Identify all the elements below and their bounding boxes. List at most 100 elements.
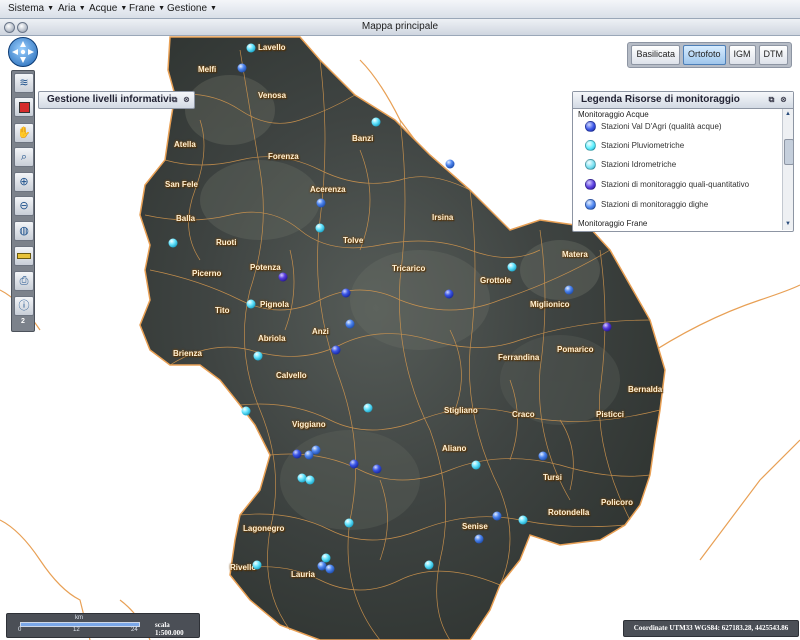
place-label: Ferrandina <box>498 353 540 362</box>
place-label: Banzi <box>352 134 374 143</box>
scale-bar: km 0 12 24 scala 1:500.000 <box>6 613 200 638</box>
legend-section-landslide: Monitoraggio Frane <box>578 219 648 228</box>
basemap-dtm-button[interactable]: DTM <box>758 45 788 65</box>
menu-bar: Sistema ▼ Aria ▼ Acque ▼ Frane ▼ Gestione ▼ <box>0 0 800 19</box>
legend-scrollbar[interactable]: ▲ ▼ <box>782 109 794 230</box>
place-label: Anzi <box>312 327 329 336</box>
coordinates-readout: Coordinate UTM33 WGS84: 627183.28, 44255… <box>623 620 799 637</box>
place-label: Miglionico <box>530 300 570 309</box>
place-label: Policoro <box>601 498 634 507</box>
legend-list: Monitoraggio Acque Stazioni Val D'Agri (… <box>573 109 782 230</box>
place-label: Tricarico <box>392 264 426 273</box>
legend-panel: Legenda Risorse di monitoraggio ⧉ ⊗ Moni… <box>572 91 794 232</box>
basemap-igm-button[interactable]: IGM <box>728 45 756 65</box>
menu-frane-label: Frane <box>129 3 156 14</box>
pin-icon[interactable]: ⧉ <box>767 95 776 104</box>
place-label: Acerenza <box>310 185 346 194</box>
place-label: Rotondella <box>548 508 590 517</box>
legend-item[interactable]: Stazioni Val D'Agri (qualità acque) <box>585 119 722 133</box>
chevron-down-icon: ▼ <box>210 5 217 12</box>
scale-ratio: scala 1:500.000 <box>155 621 184 637</box>
chevron-down-icon: ▼ <box>78 5 86 12</box>
place-label: Senise <box>462 522 488 531</box>
station-light-cyan-icon <box>585 158 596 170</box>
print-icon[interactable]: ⎙ <box>14 271 34 291</box>
place-label: Aliano <box>442 444 467 453</box>
basemap-ortofoto-button[interactable]: Ortofoto <box>682 45 726 65</box>
menu-sistema[interactable]: Sistema ▼ <box>8 3 54 14</box>
scroll-down-icon[interactable]: ▼ <box>784 220 792 228</box>
place-label: Brienza <box>173 349 202 358</box>
menu-aria[interactable]: Aria ▼ <box>58 3 86 14</box>
pin-icon[interactable]: ⧉ <box>170 95 179 104</box>
menu-sistema-label: Sistema <box>8 3 45 14</box>
toolbar-badge: 2 <box>21 318 25 325</box>
close-icon[interactable]: ⊗ <box>779 95 788 104</box>
zoom-in-icon[interactable]: ⊕ <box>14 172 34 192</box>
place-label: Balla <box>176 214 196 223</box>
legend-item[interactable]: Stazioni di monitoraggio dighe <box>585 197 708 211</box>
layers-panel-header[interactable]: Gestione livelli informativi ⧉ ⊗ <box>38 91 195 109</box>
menu-acque-label: Acque <box>89 3 118 14</box>
compass-arrows-icon <box>12 41 34 63</box>
place-label: Abriola <box>258 334 286 343</box>
place-label: Lagonegro <box>243 524 285 533</box>
legend-item[interactable]: Stazioni di monitoraggio quali-quantitat… <box>585 177 749 191</box>
legend-panel-header[interactable]: Legenda Risorse di monitoraggio ⧉ ⊗ <box>573 92 793 109</box>
menu-gestione[interactable]: Gestione ▼ <box>167 3 217 14</box>
place-label: Tito <box>215 306 230 315</box>
scale-unit: km <box>75 615 83 621</box>
scale-bar-graphic <box>20 622 140 627</box>
station-violet-icon <box>585 178 596 190</box>
basemap-basilicata-button[interactable]: Basilicata <box>631 45 680 65</box>
scroll-thumb[interactable] <box>784 139 794 165</box>
chevron-down-icon: ▼ <box>158 5 166 12</box>
place-label: Pisticci <box>596 410 625 419</box>
place-label: Potenza <box>250 263 281 272</box>
window-title: Mappa principale <box>361 21 439 32</box>
menu-acque[interactable]: Acque ▼ <box>89 3 127 14</box>
place-label: Forenza <box>268 152 299 161</box>
place-label: Venosa <box>258 91 287 100</box>
zoom-out-icon[interactable]: ⊖ <box>14 196 34 216</box>
place-label: Lauria <box>291 570 316 579</box>
station-dark-blue-icon <box>585 120 596 132</box>
place-label: Lavello <box>258 43 286 52</box>
zoom-box-icon[interactable]: ⌕ <box>14 147 34 167</box>
info-icon[interactable]: ⓘ <box>14 296 34 316</box>
pan-compass-icon[interactable] <box>8 37 38 67</box>
place-label: Stigliano <box>444 406 478 415</box>
legend-section-water: Monitoraggio Acque <box>578 110 649 119</box>
place-label: Ruoti <box>216 238 237 247</box>
place-label: Tursi <box>543 473 562 482</box>
legend-icon[interactable] <box>14 97 34 117</box>
place-label: Matera <box>562 250 588 259</box>
layers-icon[interactable]: ≋ <box>14 73 34 93</box>
place-label: Irsina <box>432 213 454 222</box>
legend-item[interactable]: Stazioni Pluviometriche <box>585 138 684 152</box>
station-mid-blue-icon <box>585 198 596 210</box>
map-toolbar: ≋ ✋ ⌕ ⊕ ⊖ ◍ ⎙ ⓘ 2 <box>11 70 35 332</box>
close-icon[interactable]: ⊗ <box>182 95 191 104</box>
ruler-icon[interactable] <box>14 246 34 266</box>
legend-item[interactable]: Stazioni Idrometriche <box>585 157 676 171</box>
menu-frane[interactable]: Frane ▼ <box>129 3 165 14</box>
place-label: Melfi <box>198 65 217 74</box>
legend-item-label: Stazioni di monitoraggio quali-quantitat… <box>601 179 750 189</box>
place-label: Bernalda <box>628 385 663 394</box>
place-label: Craco <box>512 410 535 419</box>
scale-tick: 24 <box>131 627 138 633</box>
place-label: Pomarico <box>557 345 594 354</box>
globe-icon[interactable]: ◍ <box>14 221 34 241</box>
place-label: Tolve <box>343 236 364 245</box>
menu-gestione-label: Gestione <box>167 3 208 14</box>
pan-hand-icon[interactable]: ✋ <box>14 123 34 143</box>
scale-tick: 12 <box>73 627 80 633</box>
scroll-up-icon[interactable]: ▲ <box>784 110 792 118</box>
legend-item-label: Stazioni Pluviometriche <box>601 140 685 150</box>
station-cyan-icon <box>585 139 596 151</box>
window-title-bar: Mappa principale <box>0 19 800 36</box>
legend-item-label: Stazioni di monitoraggio dighe <box>601 199 709 209</box>
place-label: Calvello <box>276 371 307 380</box>
place-label: Grottole <box>480 276 512 285</box>
